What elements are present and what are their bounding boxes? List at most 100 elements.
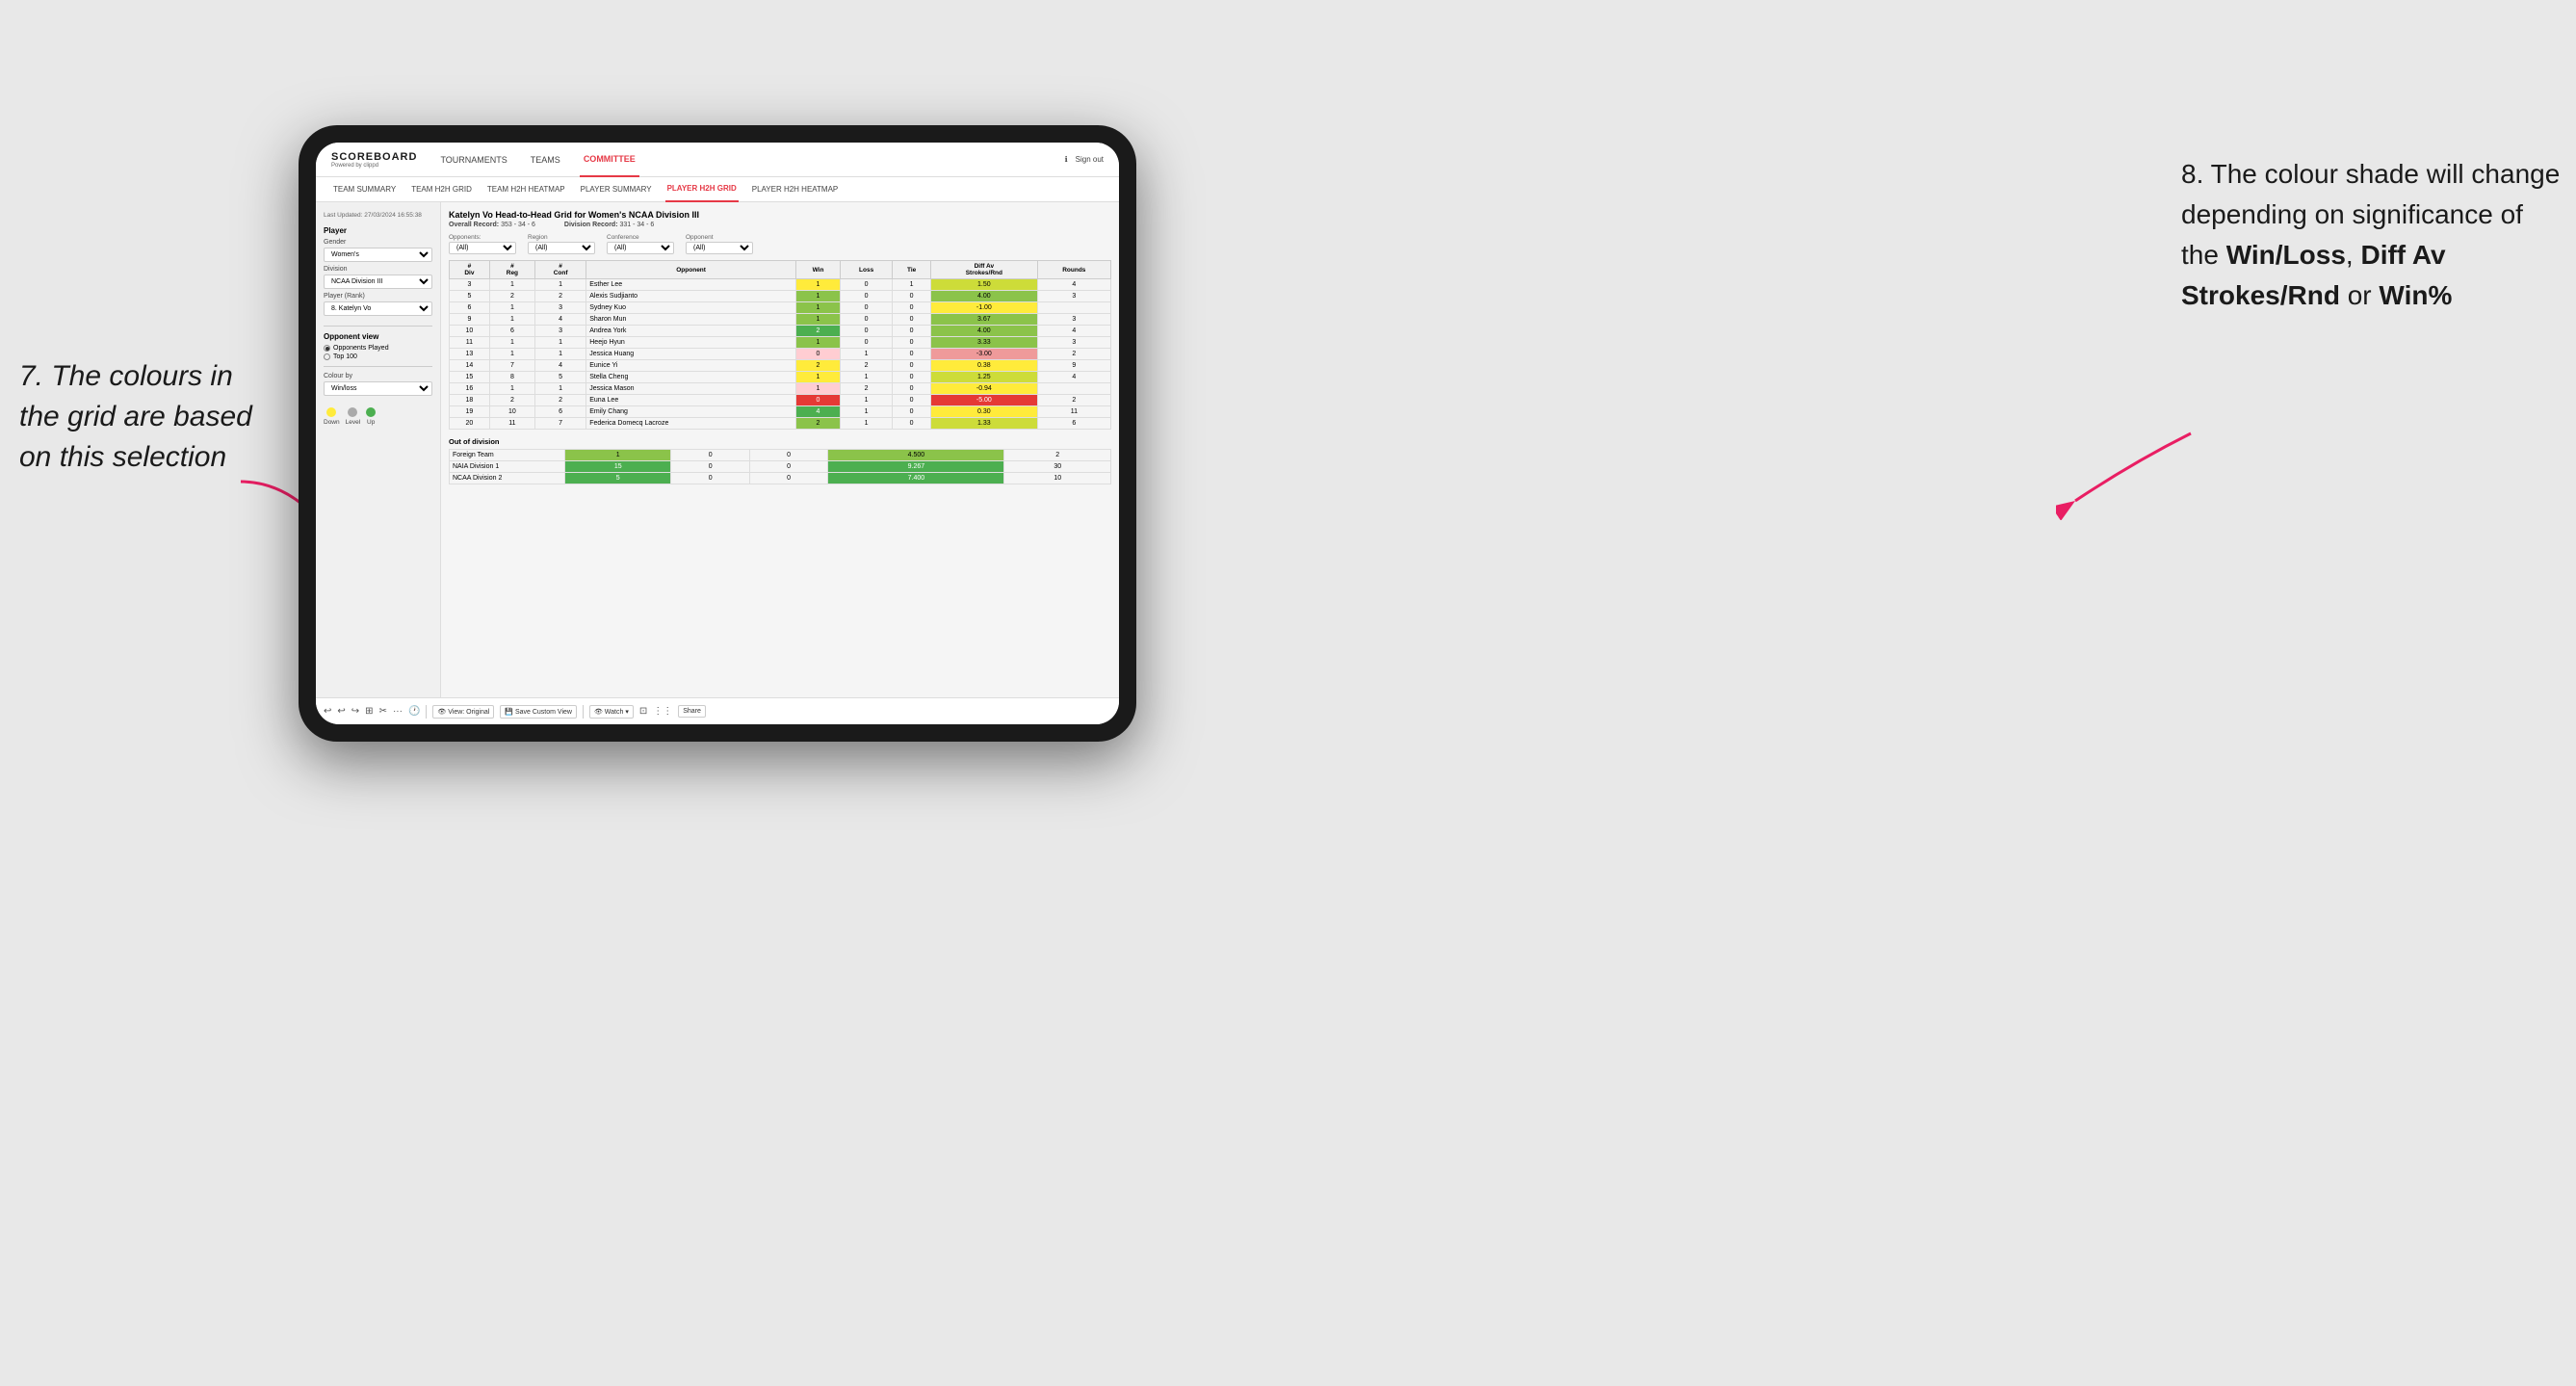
- sidebar: Last Updated: 27/03/2024 16:55:38 Player…: [316, 202, 441, 697]
- cell-conf: 1: [534, 279, 585, 291]
- cell-rounds: 4: [1037, 279, 1110, 291]
- toolbar-watch[interactable]: 👁 Watch ▾: [589, 705, 634, 719]
- logo: SCOREBOARD Powered by clippd: [331, 151, 417, 169]
- sub-nav-team-h2h-heatmap[interactable]: TEAM H2H HEATMAP: [485, 177, 567, 202]
- colour-dot-down: [326, 407, 336, 417]
- cell-conf: 2: [534, 395, 585, 406]
- filter-opponent: Opponent (All): [686, 234, 753, 254]
- cell-loss: 2: [841, 360, 893, 372]
- cell-tie: 0: [893, 302, 931, 314]
- filter-conference-select[interactable]: (All): [607, 242, 674, 254]
- sub-nav-player-h2h-grid[interactable]: PLAYER H2H GRID: [665, 177, 739, 202]
- filter-opponents: Opponents: (All): [449, 234, 516, 254]
- colour-label-up: Up: [367, 419, 375, 426]
- tablet-screen: SCOREBOARD Powered by clippd TOURNAMENTS…: [316, 143, 1119, 724]
- cell-win: 1: [795, 279, 840, 291]
- cell-div: 20: [450, 418, 490, 430]
- table-row: 16 1 1 Jessica Mason 1 2 0 -0.94: [450, 383, 1111, 395]
- sidebar-gender-label: Gender: [324, 239, 432, 246]
- sign-out-link[interactable]: Sign out: [1076, 155, 1104, 164]
- radio-opponents-played-circle: [324, 345, 330, 352]
- cell-opponent: Jessica Mason: [586, 383, 796, 395]
- cell-diff: -1.00: [931, 302, 1038, 314]
- sub-nav-player-h2h-heatmap[interactable]: PLAYER H2H HEATMAP: [750, 177, 841, 202]
- cell-diff: 0.38: [931, 360, 1038, 372]
- grid-title: Katelyn Vo Head-to-Head Grid for Women's…: [449, 210, 1111, 220]
- sidebar-player-rank-label: Player (Rank): [324, 293, 432, 300]
- toolbar-more[interactable]: ···: [393, 706, 403, 717]
- cell-rounds: 11: [1037, 406, 1110, 418]
- cell-conf: 5: [534, 372, 585, 383]
- sidebar-division-select[interactable]: NCAA Division III: [324, 275, 432, 289]
- cell-reg: 1: [489, 314, 534, 326]
- toolbar-redo[interactable]: ↪: [351, 706, 359, 717]
- cell-diff: 1.33: [931, 418, 1038, 430]
- cell-div: 19: [450, 406, 490, 418]
- cell-diff: 3.67: [931, 314, 1038, 326]
- cell-rounds: 2: [1037, 395, 1110, 406]
- cell-opponent: Emily Chang: [586, 406, 796, 418]
- cell-diff: 7.400: [828, 473, 1004, 484]
- cell-conf: 4: [534, 314, 585, 326]
- nav-teams[interactable]: TEAMS: [527, 143, 564, 177]
- table-row: 3 1 1 Esther Lee 1 0 1 1.50 4: [450, 279, 1111, 291]
- toolbar-save-custom[interactable]: 💾 Save Custom View: [500, 705, 577, 719]
- toolbar-grid[interactable]: ⊞: [365, 706, 373, 717]
- header-right: ℹ Sign out: [1065, 155, 1104, 164]
- sidebar-colour-by-select[interactable]: Win/loss: [324, 381, 432, 396]
- cell-loss: 1: [841, 406, 893, 418]
- toolbar-view-original[interactable]: 👁 View: Original: [432, 705, 494, 719]
- table-row: 15 8 5 Stella Cheng 1 1 0 1.25 4: [450, 372, 1111, 383]
- radio-top100[interactable]: Top 100: [324, 353, 432, 360]
- cell-rounds: 4: [1037, 326, 1110, 337]
- annotation-left: 7. The colours in the grid are based on …: [19, 356, 279, 478]
- radio-opponents-played[interactable]: Opponents Played: [324, 345, 432, 352]
- toolbar-share[interactable]: Share: [678, 705, 706, 718]
- filter-region-select[interactable]: (All): [528, 242, 595, 254]
- table-row: 13 1 1 Jessica Huang 0 1 0 -3.00 2: [450, 349, 1111, 360]
- filter-opponent-select[interactable]: (All): [686, 242, 753, 254]
- table-row: NCAA Division 2 5 0 0 7.400 10: [450, 473, 1111, 484]
- cell-reg: 8: [489, 372, 534, 383]
- cell-win: 0: [795, 395, 840, 406]
- division-record: Division Record: 331 - 34 - 6: [564, 222, 654, 228]
- cell-conf: 1: [534, 383, 585, 395]
- cell-div: 6: [450, 302, 490, 314]
- toolbar-undo2[interactable]: ↩: [337, 706, 345, 717]
- sub-nav-team-summary[interactable]: TEAM SUMMARY: [331, 177, 398, 202]
- toolbar-clock[interactable]: 🕐: [408, 706, 420, 717]
- cell-conf: 7: [534, 418, 585, 430]
- nav-tournaments[interactable]: TOURNAMENTS: [436, 143, 510, 177]
- cell-rounds: 3: [1037, 291, 1110, 302]
- filter-region: Region (All): [528, 234, 595, 254]
- sidebar-opponent-view-label: Opponent view: [324, 332, 432, 341]
- cell-diff: 4.00: [931, 326, 1038, 337]
- toolbar-cut[interactable]: ✂: [379, 706, 387, 717]
- cell-diff: -0.94: [931, 383, 1038, 395]
- toolbar-undo[interactable]: ↩: [324, 706, 331, 717]
- cell-tie: 0: [893, 337, 931, 349]
- table-row: 5 2 2 Alexis Sudjianto 1 0 0 4.00 3: [450, 291, 1111, 302]
- sidebar-player-rank-select[interactable]: 8. Katelyn Vo: [324, 301, 432, 316]
- app-header: SCOREBOARD Powered by clippd TOURNAMENTS…: [316, 143, 1119, 177]
- cell-win: 2: [795, 326, 840, 337]
- col-tie: Tie: [893, 261, 931, 279]
- sidebar-divider-1: [324, 326, 432, 327]
- filter-opponents-label: Opponents:: [449, 234, 516, 241]
- cell-diff: 3.33: [931, 337, 1038, 349]
- col-rounds: Rounds: [1037, 261, 1110, 279]
- filter-opponents-select[interactable]: (All): [449, 242, 516, 254]
- cell-diff: 1.25: [931, 372, 1038, 383]
- sidebar-gender-select[interactable]: Women's: [324, 248, 432, 262]
- sub-nav: TEAM SUMMARY TEAM H2H GRID TEAM H2H HEAT…: [316, 177, 1119, 202]
- cell-rounds: 3: [1037, 337, 1110, 349]
- cell-opponent: NAIA Division 1: [450, 461, 565, 473]
- sub-nav-player-summary[interactable]: PLAYER SUMMARY: [579, 177, 654, 202]
- cell-tie: 1: [893, 279, 931, 291]
- nav-committee[interactable]: COMMITTEE: [580, 143, 639, 177]
- toolbar-share-icon[interactable]: ⊡: [639, 706, 647, 717]
- sub-nav-team-h2h-grid[interactable]: TEAM H2H GRID: [409, 177, 474, 202]
- table-row: 6 1 3 Sydney Kuo 1 0 0 -1.00: [450, 302, 1111, 314]
- toolbar-grid2[interactable]: ⋮⋮: [653, 706, 672, 717]
- cell-div: 10: [450, 326, 490, 337]
